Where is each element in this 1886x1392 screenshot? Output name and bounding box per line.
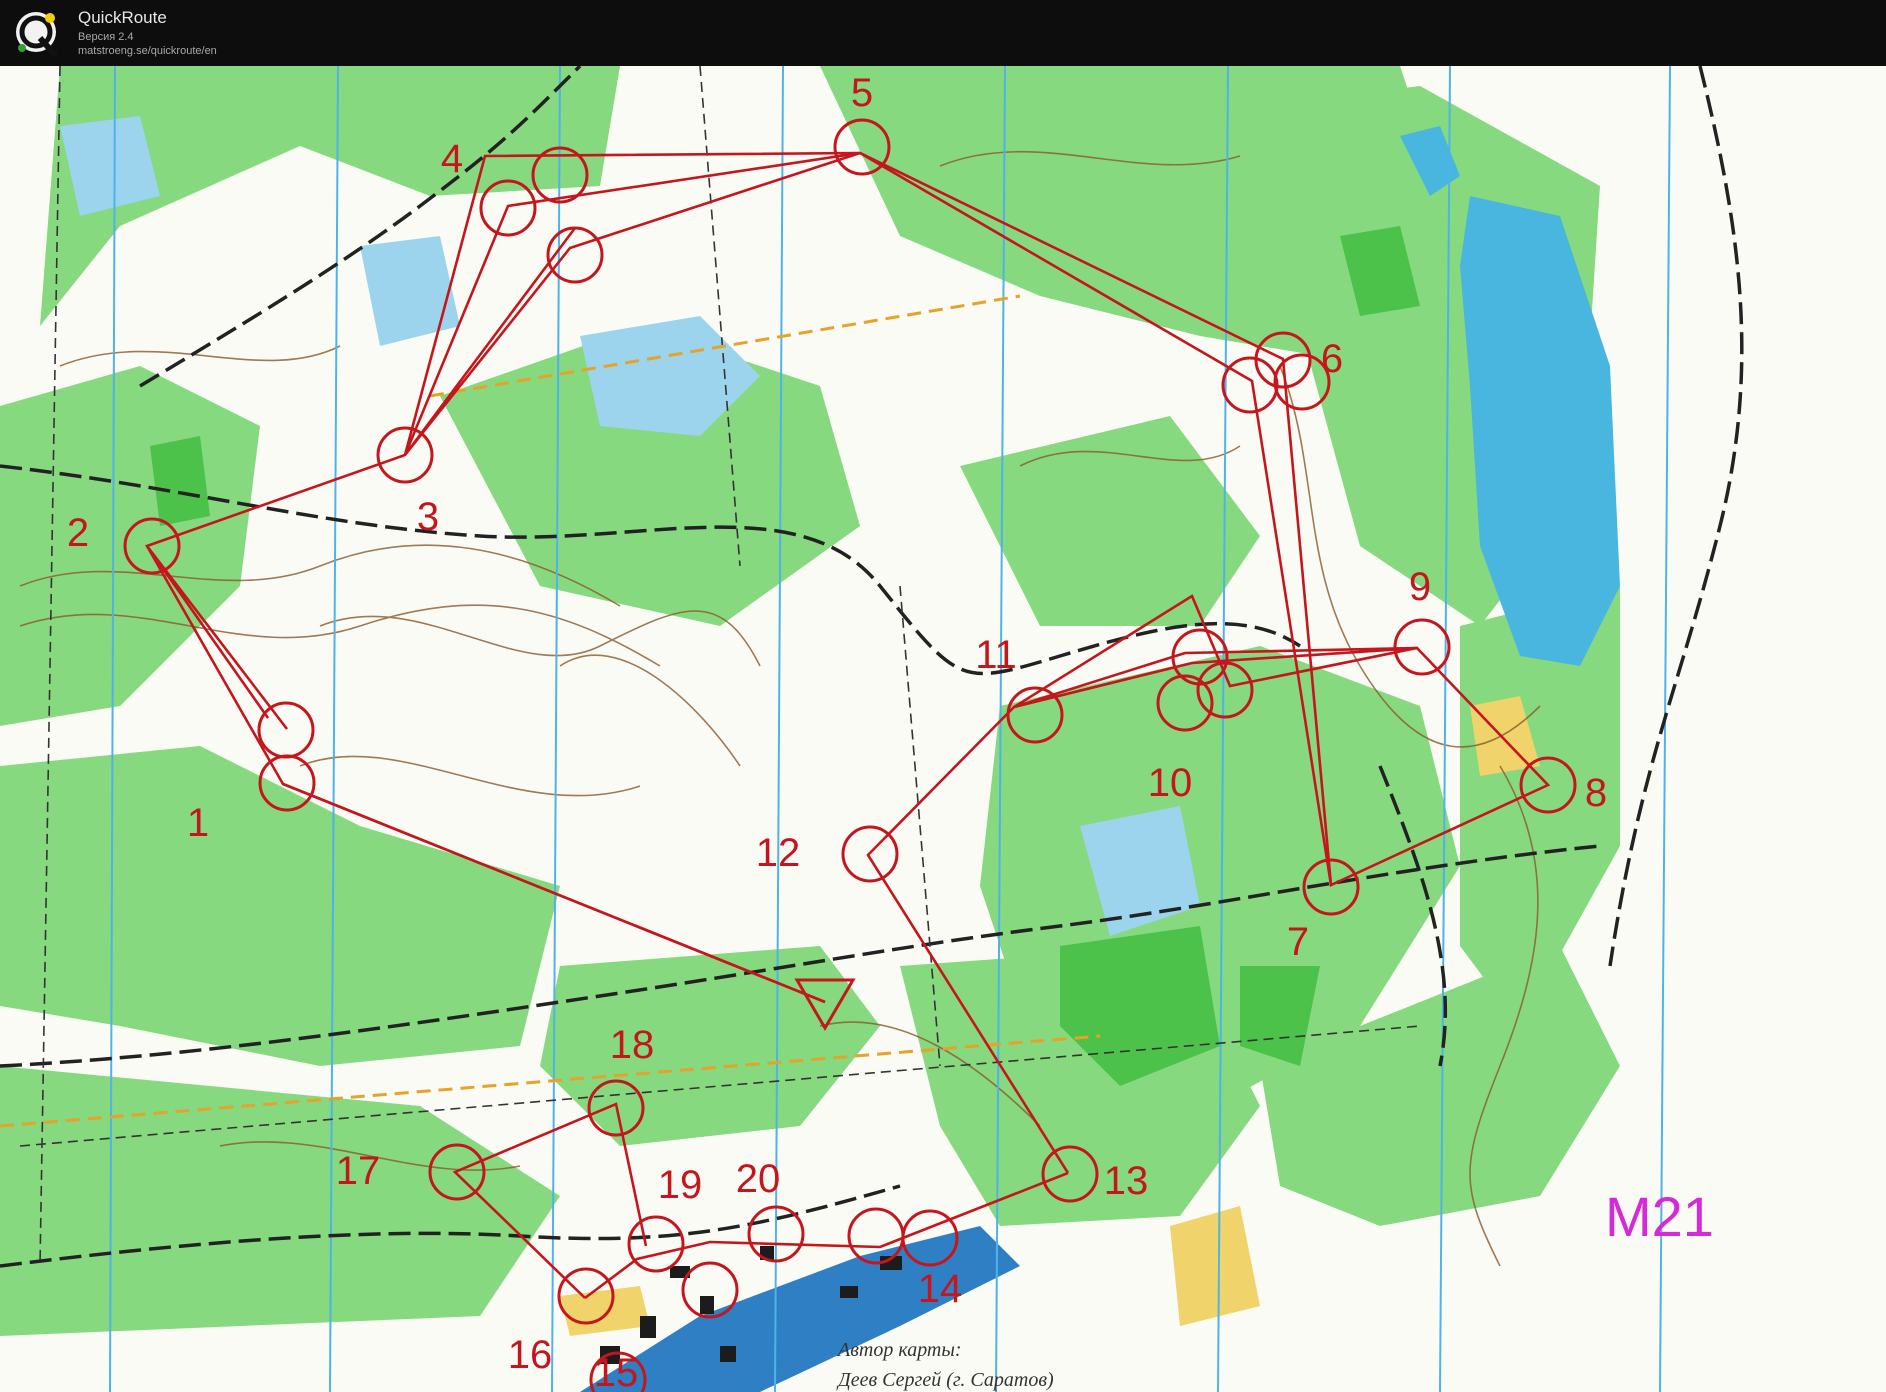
map-credit-line1: Автор карты:	[836, 1339, 962, 1361]
control-number: 7	[1287, 920, 1309, 964]
control-number: 13	[1104, 1159, 1149, 1203]
control-number: 12	[756, 831, 801, 875]
app-version: Версия 2.4	[78, 31, 134, 43]
course-label: M21	[1605, 1185, 1714, 1248]
control-15[interactable]: 15	[589, 1351, 647, 1392]
map-credit-line2: Деев Сергей (г. Саратов)	[836, 1369, 1054, 1391]
control-number: 5	[851, 71, 873, 115]
title-bar: QuickRoute Версия 2.4 matstroeng.se/quic…	[0, 0, 1886, 66]
control-circle-icon[interactable]	[627, 1215, 685, 1273]
app-url: matstroeng.se/quickroute/en	[78, 45, 217, 57]
control-circle-icon[interactable]	[257, 701, 315, 759]
control-number: 11	[975, 633, 1017, 677]
map-canvas[interactable]: 12 3456789101112131416 15171819 20 M21 Авто…	[0, 66, 1886, 1392]
control-number: 10	[1148, 761, 1193, 805]
control-circle-icon[interactable]	[1221, 356, 1279, 414]
control-number: 6	[1321, 337, 1343, 381]
control-number: 14	[918, 1267, 963, 1311]
orienteering-map[interactable]: 1 2 3 4 5 6 7 8 9 10 11 12 13 14 16 15 17 18 19 20 M21 Авто…	[0, 66, 1886, 1392]
control-number: 2	[67, 511, 89, 555]
control-number: 1	[187, 801, 209, 845]
control-number: 17	[336, 1149, 381, 1193]
control-number: 20	[736, 1157, 781, 1201]
control-number: 15	[594, 1351, 639, 1392]
control-number: 19	[658, 1163, 703, 1207]
control-number: 16	[508, 1333, 553, 1377]
control-12[interactable]: 12	[756, 825, 899, 883]
app-title: QuickRoute	[78, 8, 167, 27]
control-number: 3	[417, 495, 439, 539]
quickroute-logo-icon	[16, 12, 59, 58]
control-number: 18	[610, 1023, 655, 1067]
control-number: 9	[1409, 565, 1431, 609]
control-number: 4	[441, 137, 463, 181]
control-number: 8	[1585, 771, 1607, 815]
